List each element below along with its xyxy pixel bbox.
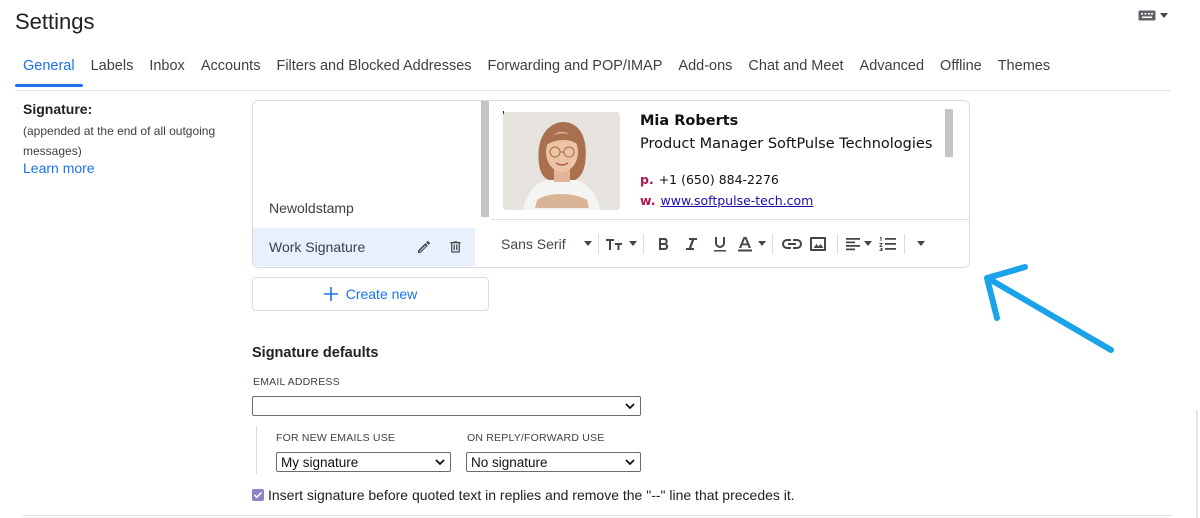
underline-icon [713,236,726,251]
create-new-signature-button[interactable]: Create new [252,277,489,311]
tab-addons[interactable]: Add-ons [670,57,740,79]
editor-scrollbar[interactable] [945,109,953,157]
insert-signature-option: Insert signature before quoted text in r… [252,487,795,503]
tabs-divider [15,90,1170,91]
signature-name: Mia Roberts [640,113,739,129]
font-size-dropdown[interactable] [605,230,637,258]
chevron-down-icon [757,241,766,246]
signature-photo [503,112,620,210]
tab-accounts[interactable]: Accounts [193,57,269,79]
new-emails-label: FOR NEW EMAILS USE [276,432,396,444]
signature-job-title: Product Manager SoftPulse Technologies [640,136,933,152]
check-icon [253,491,263,499]
chevron-down-icon [583,241,592,246]
chevron-down-icon [625,459,635,466]
signature-heading: Signature: [23,101,93,117]
italic-button[interactable] [678,230,706,258]
reply-forward-signature-value: No signature [471,454,548,470]
chevron-down-icon [435,459,445,466]
numbered-list-button[interactable] [878,230,898,258]
pencil-icon[interactable] [416,239,432,255]
tab-advanced[interactable]: Advanced [852,57,933,79]
chevron-down-icon [863,241,872,246]
signature-defaults-heading: Signature defaults [252,345,379,361]
tab-inbox[interactable]: Inbox [141,57,192,79]
tab-labels[interactable]: Labels [83,57,142,79]
signature-description: (appended at the end of all outgoing mes… [23,124,216,158]
chevron-down-icon [625,403,635,410]
signature-list-scrollbar[interactable] [481,101,489,217]
text-size-icon [605,238,622,250]
signature-item-label: Work Signature [269,239,366,255]
trash-icon[interactable] [448,239,463,255]
reply-forward-label: ON REPLY/FORWARD USE [467,432,605,444]
new-emails-signature-select[interactable]: My signature [276,452,451,472]
signature-item-label: Newoldstamp [269,200,354,216]
signature-item-newoldstamp[interactable]: Newoldstamp [253,189,475,227]
insert-signature-label: Insert signature before quoted text in r… [268,487,795,503]
page-scrollbar[interactable] [1196,410,1198,518]
tab-filters[interactable]: Filters and Blocked Addresses [268,57,479,79]
create-new-label: Create new [345,286,418,302]
chevron-down-icon [916,241,925,246]
tab-themes[interactable]: Themes [990,57,1058,79]
learn-more-link[interactable]: Learn more [23,160,95,176]
toolbar-divider [903,233,905,254]
annotation-arrow-icon [984,264,1114,353]
phone-label: p. [640,172,654,187]
signature-editor[interactable]: Mia Roberts Product Manager SoftPulse Te… [491,101,969,267]
toolbar-divider [836,233,838,254]
signature-list: Newoldstamp Work Signature [253,101,481,267]
insert-link-button[interactable] [779,230,805,258]
website-link[interactable]: www.softpulse-tech.com [661,193,814,208]
page-title: Settings [15,9,95,34]
signature-panel: Newoldstamp Work Signature Mia Roberts P… [252,100,970,268]
formatting-toolbar: Sans Serif [491,219,969,267]
email-address-select[interactable] [252,396,641,416]
active-tab-indicator [15,84,83,87]
link-icon [781,238,802,249]
align-left-icon [845,237,860,250]
bold-button[interactable] [650,230,678,258]
image-icon [809,236,826,251]
tab-chat-meet[interactable]: Chat and Meet [740,57,851,79]
insert-signature-checkbox[interactable] [252,489,264,501]
chevron-down-icon [1160,13,1168,18]
font-family-dropdown[interactable]: Sans Serif [501,230,592,258]
tab-general[interactable]: General [15,57,83,79]
toolbar-divider [642,233,644,254]
reply-forward-signature-select[interactable]: No signature [466,452,641,472]
signature-item-work-signature[interactable]: Work Signature [253,228,475,266]
chevron-down-icon [628,241,637,246]
underline-button[interactable] [706,230,734,258]
new-emails-signature-value: My signature [281,454,359,470]
numbered-list-icon [879,236,896,251]
web-label: w. [640,193,656,208]
text-color-dropdown[interactable] [734,230,766,258]
section-divider [22,515,1172,516]
font-family-label: Sans Serif [501,235,566,252]
insert-image-button[interactable] [805,230,831,258]
signature-web-row: w. www.softpulse-tech.com [640,193,813,208]
toolbar-divider [771,233,773,254]
tab-forwarding[interactable]: Forwarding and POP/IMAP [480,57,671,79]
tab-offline[interactable]: Offline [932,57,990,79]
toolbar-divider [597,233,599,254]
person-photo-icon [503,112,620,210]
align-dropdown[interactable] [844,230,872,258]
more-formatting-dropdown[interactable] [911,230,931,258]
keyboard-menu-button[interactable] [1138,10,1168,21]
keyboard-icon [1138,10,1156,21]
phone-number: +1 (650) 884-2276 [658,172,779,187]
defaults-indent-line [256,426,257,474]
plus-icon [323,287,338,301]
email-address-label: EMAIL ADDRESS [253,376,340,388]
signature-phone-row: p. +1 (650) 884-2276 [640,172,779,187]
settings-tabs: General Labels Inbox Accounts Filters an… [15,57,1058,79]
text-color-icon [737,236,752,251]
bold-icon [658,237,668,250]
italic-icon [685,237,697,250]
